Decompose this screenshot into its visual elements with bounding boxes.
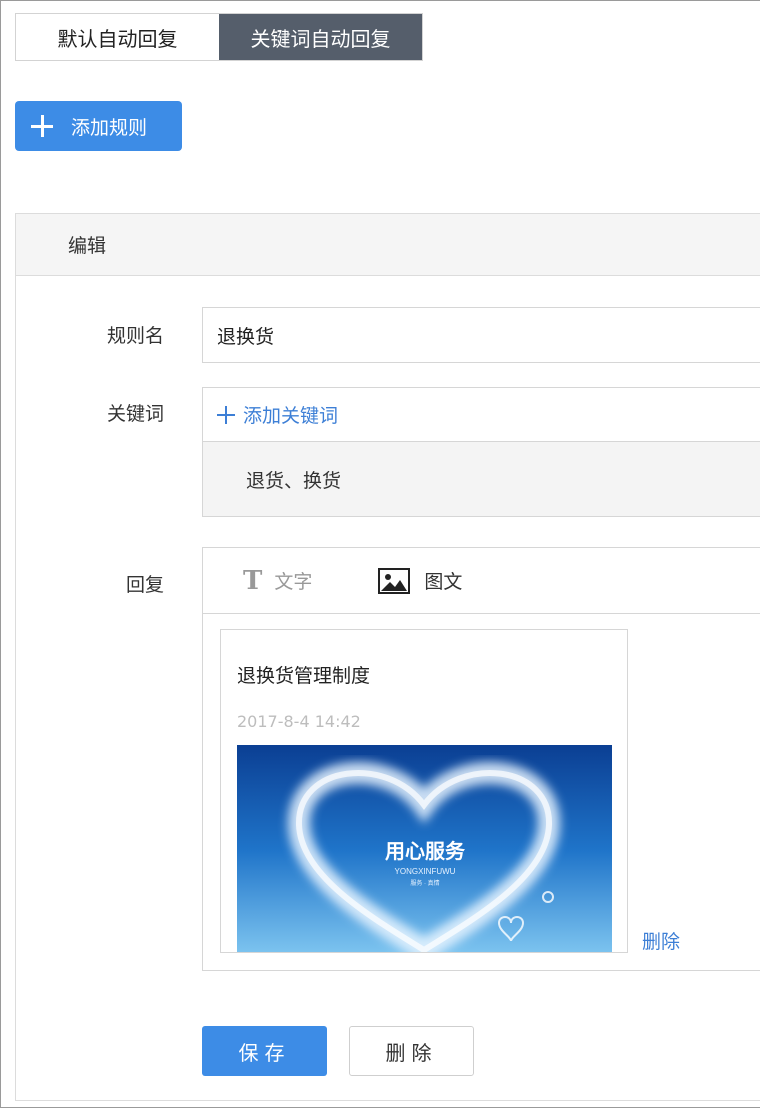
text-icon: T: [243, 565, 263, 596]
add-rule-button[interactable]: 添加规则: [15, 101, 182, 151]
tab-image-text-label: 图文: [424, 571, 463, 593]
image-subcaption: YONGXINFUWU: [395, 867, 456, 876]
rule-name-input[interactable]: 退换货: [202, 307, 760, 363]
image-small-text: 服务 · 真情: [410, 879, 439, 887]
add-keyword-label: 添加关键词: [243, 405, 339, 427]
card-title: 退换货管理制度: [237, 665, 371, 687]
image-icon: [378, 567, 411, 594]
save-button[interactable]: 保存: [202, 1026, 327, 1076]
add-rule-label: 添加规则: [71, 116, 148, 139]
card-date: 2017-8-4 14:42: [237, 712, 361, 731]
image-caption: 用心服务: [385, 839, 466, 863]
panel-header: 编辑: [16, 214, 760, 276]
keyword-list: 退货、换货: [203, 442, 760, 516]
keywords-box: 添加关键词 退货、换货: [202, 387, 760, 517]
add-keyword-button[interactable]: 添加关键词: [203, 388, 760, 442]
rule-name-label: 规则名: [106, 325, 164, 347]
plus-icon: [217, 405, 235, 424]
keywords-label: 关键词: [106, 403, 164, 425]
delete-card-link[interactable]: 删除: [642, 927, 680, 954]
card-cover-image: 用心服务 YONGXINFUWU 服务 · 真情: [237, 745, 612, 952]
reply-type-tabs: T 文字 图文: [203, 548, 760, 614]
tab-keyword-auto-reply[interactable]: 关键词自动回复: [219, 14, 422, 60]
news-card[interactable]: 退换货管理制度 2017-8-4 14:42 用心服务 YONGXINFUWU …: [220, 629, 628, 953]
delete-button[interactable]: 删除: [349, 1026, 474, 1076]
tab-text-reply[interactable]: T 文字: [243, 566, 312, 596]
tab-image-text-reply[interactable]: 图文: [378, 567, 462, 594]
plus-icon: [31, 115, 53, 137]
tab-text-label: 文字: [274, 571, 313, 593]
tab-default-auto-reply[interactable]: 默认自动回复: [16, 14, 219, 60]
reply-label: 回复: [125, 574, 164, 596]
reply-mode-tabs: 默认自动回复 关键词自动回复: [15, 13, 423, 61]
